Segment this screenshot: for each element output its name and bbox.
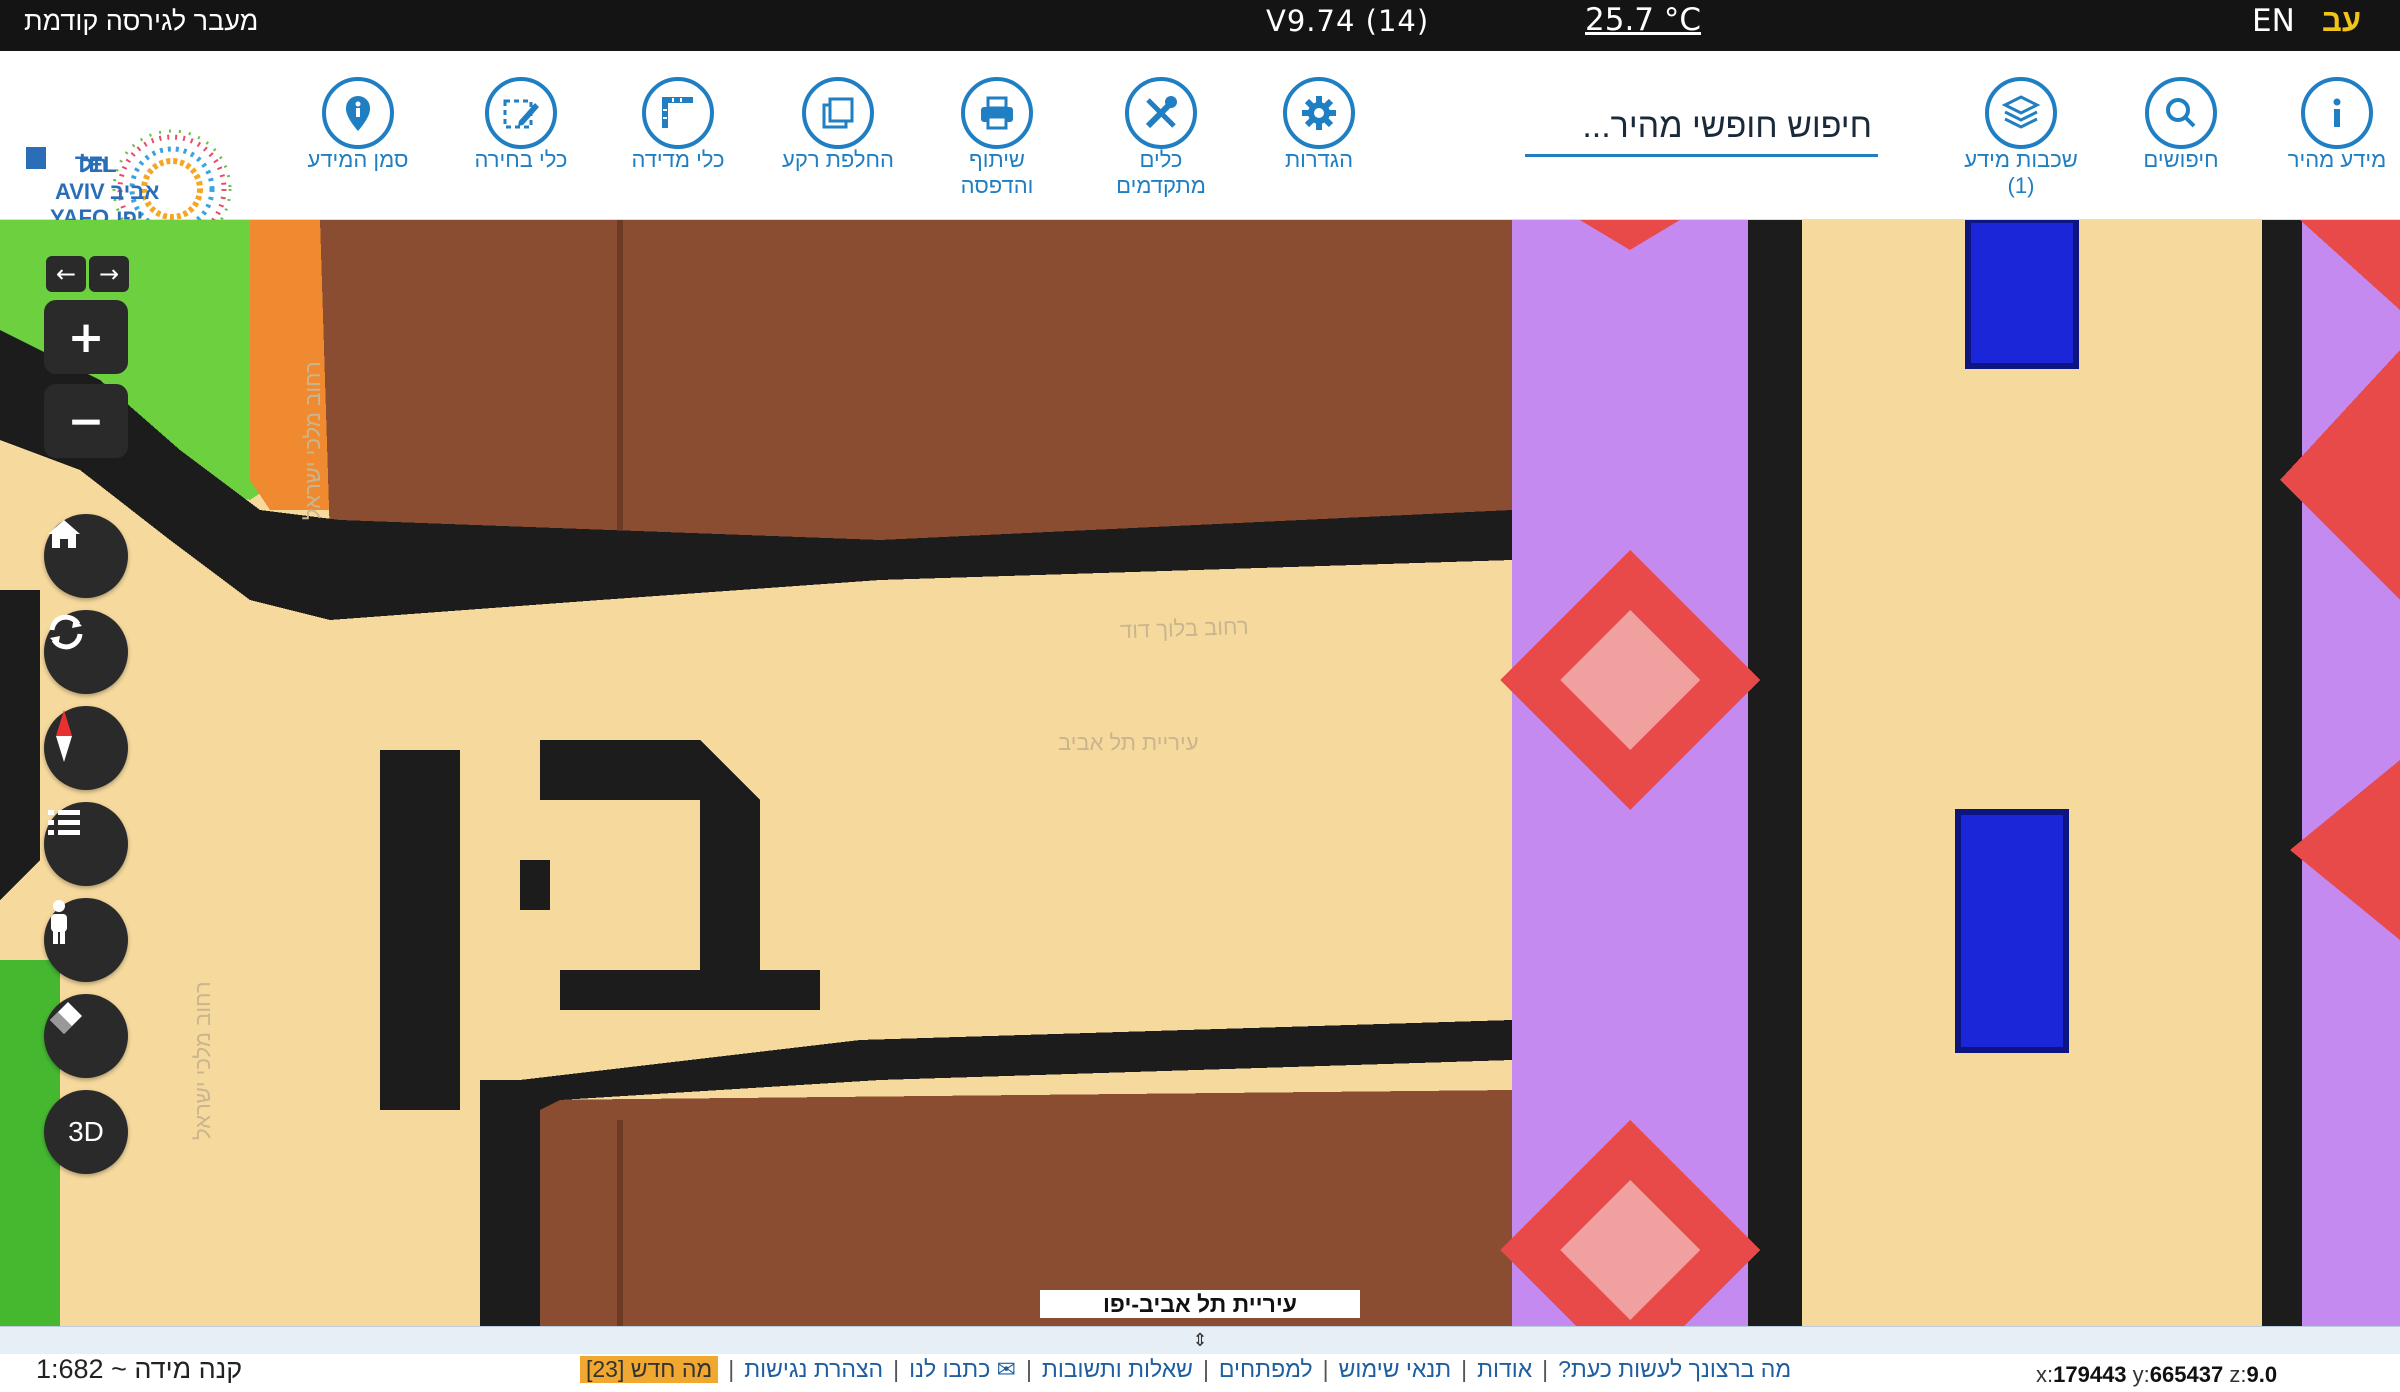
printer-icon	[981, 96, 1013, 130]
what-to-do-link[interactable]: מה ברצונך לעשות כעת?	[1558, 1356, 1791, 1383]
faq-link[interactable]: שאלות ותשובות	[1042, 1356, 1193, 1383]
separator: |	[893, 1356, 900, 1382]
home-icon	[48, 520, 80, 548]
street-view-button[interactable]	[44, 898, 128, 982]
developers-link[interactable]: למפתחים	[1219, 1356, 1313, 1383]
separator: |	[1025, 1356, 1032, 1382]
history-forward-button[interactable]: →	[89, 256, 129, 292]
history-back-button[interactable]: ←	[46, 256, 86, 292]
street-label: רחוב מלכי ישראל	[190, 981, 215, 1140]
zoom-out-button[interactable]: −	[44, 384, 128, 458]
separator: |	[1461, 1356, 1468, 1382]
main-toolbar: מידע מהיר חיפושים שכבות מידע (1) הגדרות …	[0, 51, 2400, 249]
basemap-switch-tool[interactable]: החלפת רקע	[763, 77, 913, 173]
home-button[interactable]	[44, 514, 128, 598]
tool-label: כלי בחירה	[474, 147, 568, 172]
city-label: עיריית תל אביב	[1058, 730, 1199, 755]
map-layer	[0, 220, 2400, 1326]
tool-label: שכבות מידע (1)	[1964, 147, 2078, 198]
quick-search-input[interactable]	[1525, 99, 1878, 154]
tool-label: כלים מתקדמים	[1116, 147, 1206, 198]
person-icon	[51, 900, 67, 944]
panel-resize-handle[interactable]: ⇕	[0, 1326, 2400, 1354]
arrow-left-icon: ←	[55, 260, 77, 288]
3d-view-button[interactable]: 3D	[44, 1090, 128, 1174]
separator: |	[1322, 1356, 1329, 1382]
svg-text:AVIV: AVIV	[55, 179, 105, 204]
arrow-right-icon: →	[98, 260, 120, 288]
settings-tool[interactable]: הגדרות	[1244, 77, 1394, 173]
tool-label: חיפושים	[2143, 147, 2219, 172]
footer-links: מה ברצונך לעשות כעת? | אודות | תנאי שימוש |…	[580, 1356, 1791, 1383]
map-scale: קנה מידה ~ 1:682	[36, 1354, 243, 1384]
contact-us-link[interactable]: ✉ כתבו לנו	[909, 1356, 1016, 1383]
coordinates-readout: x:179443 y:665437 z:9.0	[2036, 1362, 2278, 1387]
top-bar: מעבר לגירסה קודמת V9.74 (14) 25.7 °C EN …	[0, 0, 2400, 51]
tool-label: סמן המידע	[307, 147, 409, 172]
previous-version-link[interactable]: מעבר לגירסה קודמת	[24, 6, 258, 37]
layers-tool[interactable]: שכבות מידע (1)	[1946, 77, 2096, 199]
temperature-link[interactable]: 25.7 °C	[1585, 2, 1701, 38]
separator: |	[728, 1356, 735, 1382]
tool-label: הגדרות	[1284, 147, 1354, 172]
legend-list-button[interactable]	[44, 802, 128, 886]
terms-link[interactable]: תנאי שימוש	[1339, 1356, 1452, 1383]
language-en-button[interactable]: EN	[2252, 3, 2295, 39]
advanced-tools-tool[interactable]: כלים מתקדמים	[1086, 77, 1236, 199]
map-canvas[interactable]: רחוב בלוך דוד עיריית תל אביב רחוב מלכי י…	[0, 220, 2400, 1326]
refresh-button[interactable]	[44, 610, 128, 694]
info-icon	[2333, 98, 2341, 127]
basemap-switch-icon	[822, 97, 854, 129]
map-attribution: עיריית תל אביב-יפו	[1040, 1290, 1360, 1318]
street-label: רחוב מלכי ישראל	[300, 361, 325, 520]
version-label: V9.74 (14)	[1266, 4, 1430, 38]
list-icon	[48, 810, 80, 835]
about-link[interactable]: אודות	[1477, 1356, 1532, 1383]
measure-tool[interactable]: כלי מדידה	[603, 77, 753, 173]
bottom-bar: קנה מידה ~ 1:682 מה ברצונך לעשות כעת? | א…	[0, 1354, 2400, 1392]
search-icon	[2166, 98, 2196, 128]
svg-text:אביב: אביב	[110, 179, 159, 204]
language-he-button[interactable]: עב	[2322, 3, 2361, 39]
tool-label: כלי מדידה	[631, 147, 725, 172]
layers-icon	[2001, 95, 2041, 129]
tool-label: מידע מהיר	[2287, 147, 2387, 172]
street-label: רחוב בלוך דוד	[1119, 613, 1250, 644]
tool-label: החלפת רקע	[782, 147, 894, 172]
accessibility-statement-link[interactable]: הצהרת נגישות	[744, 1356, 883, 1383]
zoom-in-button[interactable]: +	[44, 300, 128, 374]
refresh-icon	[49, 614, 83, 650]
eraser-icon	[50, 1002, 82, 1034]
tools-icon	[1145, 96, 1177, 129]
compass-icon	[56, 710, 72, 762]
tool-label: שיתוף והדפסה	[960, 147, 1034, 198]
info-marker-tool[interactable]: סמן המידע	[283, 77, 433, 173]
select-pencil-icon	[503, 99, 539, 129]
gear-icon	[1302, 96, 1336, 130]
searches-tool[interactable]: חיפושים	[2106, 77, 2256, 173]
quick-search[interactable]	[1525, 99, 1878, 157]
separator: |	[1202, 1356, 1209, 1382]
quick-info-tool[interactable]: מידע מהיר	[2262, 77, 2400, 173]
separator: |	[1542, 1356, 1549, 1382]
resize-arrows-icon: ⇕	[1192, 1330, 1208, 1351]
selection-tool[interactable]: כלי בחירה	[446, 77, 596, 173]
compass-button[interactable]	[44, 706, 128, 790]
clear-eraser-button[interactable]	[44, 994, 128, 1078]
ruler-icon	[662, 97, 693, 128]
share-print-tool[interactable]: שיתוף והדפסה	[922, 77, 1072, 199]
logo-text: תל	[80, 152, 108, 177]
info-marker-icon	[346, 96, 370, 131]
whats-new-badge[interactable]: מה חדש [23]	[580, 1356, 719, 1383]
